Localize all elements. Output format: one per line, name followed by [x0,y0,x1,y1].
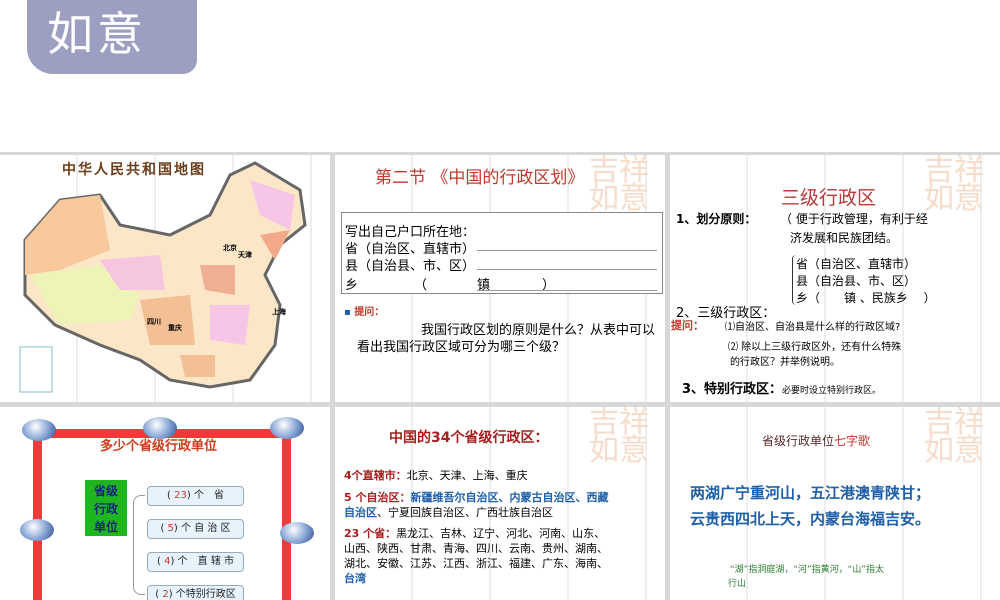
text: 、宁夏回族自治区、广西壮族自治区 [377,506,553,519]
paren: ( [167,490,171,501]
map-label-sichuan: 四川 [147,318,161,326]
section-question: 我国行政区划的原则是什么？从表中可以看出我国行政区域可分为哪三个级？ [357,323,656,355]
label: 5 个自治区： [344,491,411,504]
song-note-1: “湖”指洞庭湖，“河”指黄河，“山”指太 [730,565,884,575]
auspicious-decoration: 吉祥 如意 [589,407,649,468]
slide-grid: 中华人民共和国地图 北京 天津 上海 四川 重庆 吉祥 如意 第二节 《中国的行政… [0,152,1000,600]
china-map [19,161,307,393]
paren: ( [155,589,160,600]
special-text: 必要时设立特别行政区。 [782,386,882,396]
slide-three-levels[interactable]: 吉祥 如意 三级行政区 1、划分原则： （ 便于行政管理，有利于经 济发展和民族团… [670,155,1000,402]
principle-text-2: 济发展和民族团结。 [790,231,899,245]
hukou-box: 写出自己户口所在地： 省（自治区、直辖市） 县（自治县、市、区） 乡 （ 镇 ） [341,212,663,294]
map-label-tianjin: 天津 [238,251,252,259]
question-2b: 的行政区？并举例说明。 [730,357,840,368]
count: 2 [162,589,169,600]
top-area: 如意 [0,0,1000,152]
municipalities-line: 4个直辖市：北京、天津、上海、重庆 [344,467,528,483]
seal-text: 如意 [47,7,147,61]
text: 湖北、安徽、江苏、江西、浙江、福建、广东、海南、 [344,557,608,570]
question-2a: ⑵ 除以上三级行政区外，还有什么特殊 [728,342,902,353]
count: 4 [164,556,171,567]
map-label-shanghai: 上海 [272,308,286,316]
level-township: 乡（ 镇 、民族乡 ） [796,291,936,305]
paren: ( [160,523,165,534]
auspicious-decoration: 吉祥 如意 [924,407,984,468]
node-sar: ( 2) 个特别行政区 [147,585,244,600]
node-label: 个 直 辖 市 [177,556,234,567]
node-provinces: ( 23) 个 省 [147,486,244,506]
center-line: 单位 [93,520,118,534]
red-frame [33,429,291,600]
map-label-chongqing: 重庆 [168,324,182,332]
node-autonomous: ( 5) 个 自 治 区 [147,519,244,539]
text: 自治区 [344,506,377,519]
count: 23 [174,490,187,501]
question-1: ⑴自治区、自治县是什么样的行政区域? [725,322,901,333]
text: 黑龙江、吉林、辽宁、河北、河南、山东、 [396,527,606,540]
units-title: 多少个省级行政单位 [100,439,218,454]
node-label: 个 省 [193,490,224,501]
paren: ( [157,556,161,567]
song-title: 省级行政单位七字歌 [762,432,870,449]
center-line: 省级 [93,484,118,498]
center-line: 行政 [93,502,118,516]
text: 北京、天津、上海、重庆 [406,469,528,482]
hukou-county: 县（自治县、市、区） [345,259,476,274]
slide-unit-count[interactable]: 多少个省级行政单位 省级 行政 单位 ( 23) 个 省 ( 5) 个 自 治 区 … [0,407,330,600]
text: 新疆维吾尔自治区、内蒙古自治区、西藏 [410,491,609,504]
center-node: 省级 行政 单位 [85,480,127,536]
ask-text: 提问： [354,307,385,318]
level-county: 县（自治县、市、区） [796,274,917,288]
song-line-1: 两湖广宁重河山，五江港澳青陕甘； [690,484,931,502]
song-note-2: 行山 [728,579,747,589]
levels-title: 三级行政区 [781,187,877,209]
seal-logo: 如意 [27,0,197,74]
special-label: 3、特别行政区： [682,382,783,397]
paren-open: （ [414,278,428,293]
provinces-title: 中国的34个省级行政区： [389,430,549,446]
map-label-beijing: 北京 [223,244,237,252]
text: 山西、陕西、甘肃、青海、四川、云南、贵州、湖南、 [344,542,608,555]
hukou-township: 乡 [345,278,359,293]
label: 4个直辖市： [344,469,407,482]
node-label: 个特别行政区 [175,589,236,600]
auspicious-decoration: 吉祥 如意 [589,155,649,216]
auspicious-decoration: 吉祥 如意 [924,155,984,216]
ask-label: ▪ 提问： [344,307,385,318]
label: 23 个省： [344,527,397,540]
slide-mnemonic-song[interactable]: 吉祥 如意 省级行政单位七字歌 两湖广宁重河山，五江港澳青陕甘； 云贵西四北上天，… [670,407,1000,600]
count: 5 [167,523,174,534]
ask-label: 提问： [671,319,704,332]
slide-map[interactable]: 中华人民共和国地图 北京 天津 上海 四川 重庆 [0,155,330,402]
node-label: 个 自 治 区 [181,523,231,534]
autonomous-line: 5 个自治区：新疆维吾尔自治区、内蒙古自治区、西藏自治区、宁夏回族自治区、广西壮… [344,490,659,520]
level-province: 省（自治区、直辖市） [796,257,917,271]
slide-section-intro[interactable]: 吉祥 如意 第二节 《中国的行政区划》 写出自己户口所在地： 省（自治区、直辖市）… [335,155,665,402]
text: 台湾 [344,572,366,585]
title-b: 七字歌 [834,434,871,448]
provinces-line: 23 个省：黑龙江、吉林、辽宁、河北、河南、山东、山西、陕西、甘肃、青海、四川、… [344,526,664,586]
slide-provinces-list[interactable]: 吉祥 如意 中国的34个省级行政区： 4个直辖市：北京、天津、上海、重庆 5 个自… [335,407,665,600]
special-region-line: 3、特别行政区：必要时设立特别行政区。 [682,378,881,397]
node-municipalities: ( 4) 个 直 辖 市 [147,552,244,572]
principle-text-1: （ 便于行政管理，有利于经 [780,212,928,226]
principle-label: 1、划分原则： [676,212,757,226]
section-title: 第二节 《中国的行政区划》 [375,168,585,188]
song-line-2: 云贵西四北上天，内蒙台海福吉安。 [690,510,931,528]
title-a: 省级行政单位 [762,434,835,448]
